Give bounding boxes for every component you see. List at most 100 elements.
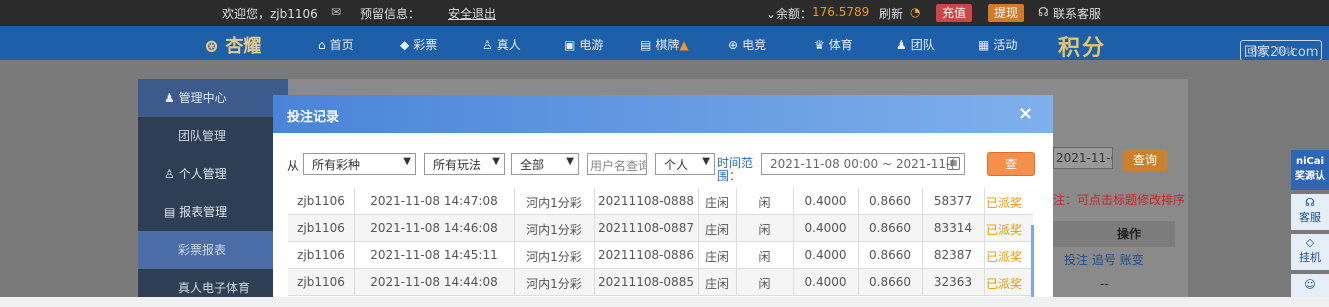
cell-content: 闲 [758, 277, 771, 291]
cell-number: 82387 [933, 248, 973, 262]
cell-time: 2021-11-08 14:47:08 [370, 194, 498, 208]
sidebar-item-label: 管理中心 [178, 91, 227, 105]
cell-lottery: 河内1分彩 [526, 196, 582, 210]
nav-item-sports[interactable]: ♛ 体育 [814, 36, 853, 53]
end-date-input[interactable]: 2021-11-( [1053, 147, 1113, 169]
cell-user: zjb1106 [297, 275, 345, 289]
modal-header: 投注记录 × [273, 95, 1053, 133]
cell-odds: 0.8660 [869, 221, 911, 235]
username-search-input[interactable]: 用户名查询 [587, 153, 647, 175]
content-query-button[interactable]: 查询 [1123, 149, 1168, 171]
refresh-link[interactable]: 刷新 [879, 5, 903, 22]
lottery-select-value: 所有彩种 [312, 158, 361, 172]
date-range-input[interactable]: 2021-11-08 00:00 ~ 2021-11-(▦ [761, 153, 965, 175]
date-range-value: 2021-11-08 00:00 ~ 2021-11-( [770, 157, 955, 171]
points-banner[interactable]: 积分 [1058, 30, 1106, 62]
cell-play: 庄闲 [704, 250, 729, 264]
person-select[interactable]: 个人 ▼ [655, 153, 715, 175]
nav-item-label: 电游 [579, 38, 604, 52]
query-button[interactable]: 查 [987, 152, 1035, 176]
nav-item-cards[interactable]: ▤ 棋牌▲ [640, 36, 689, 53]
support-widget[interactable]: ☊ 客服 [1291, 194, 1329, 230]
table-row: zjb1106 2021-11-08 14:45:11 河内1分彩 20211108-… [288, 242, 1033, 269]
user-icon: ♙ [164, 167, 175, 181]
cell-status: 已派奖 [985, 196, 1022, 210]
nav-item-live[interactable]: ♙ 真人 [482, 36, 521, 53]
recharge-button[interactable]: 充值 [936, 4, 973, 22]
op-bet-link[interactable]: 投注 [1064, 253, 1088, 267]
play-select-value: 所有玩法 [433, 158, 482, 172]
sidebar-item-team-management[interactable]: 团队管理 [138, 117, 288, 155]
hangup-widget-label: 挂机 [1299, 251, 1321, 264]
operation-header: 操作 [1053, 221, 1175, 247]
headset-icon: ☊ [1038, 5, 1049, 19]
lottery-select[interactable]: 所有彩种 ▼ [303, 153, 416, 175]
cell-play: 庄闲 [704, 277, 729, 291]
message-label: 预留信息： [360, 7, 421, 21]
cell-number: 58377 [933, 194, 973, 208]
chevron-down-icon: ▼ [566, 156, 574, 167]
sidebar-item-label: 个人管理 [178, 167, 227, 181]
support-widget-label: 客服 [1299, 211, 1321, 224]
nav-item-label: 首页 [329, 38, 354, 52]
nav-item-activity[interactable]: ▦ 活动 [978, 36, 1017, 53]
chevron-down-icon: ▼ [492, 156, 500, 167]
time-range-label[interactable]: 时间范围： [717, 157, 757, 187]
support-link[interactable]: 联系客服 [1053, 5, 1101, 22]
bet-record-modal: 投注记录 × 从 所有彩种 ▼ 所有玩法 ▼ 全部 ▼ 用户名查询 个人 ▼ 时间范围：… [273, 95, 1053, 297]
mail-icon[interactable]: ✉ [331, 5, 341, 19]
nav-item-label: 真人 [496, 38, 521, 52]
nav-item-team[interactable]: ♟ 团队 [896, 36, 935, 53]
table-scrollbar[interactable] [1031, 225, 1034, 297]
cell-odds: 0.8660 [869, 248, 911, 262]
nav-item-label: 团队 [910, 38, 935, 52]
welcome-text: 欢迎您，zjb1106 [222, 7, 318, 21]
nav-item-home[interactable]: ⌂ 首页 [318, 36, 354, 53]
more-widget[interactable]: ☺ [1291, 274, 1329, 297]
sidebar: ♟ 管理中心 团队管理 ♙ 个人管理 ▤ 报表管理 彩票报表 真人电子体育 [138, 79, 288, 297]
cell-status: 已派奖 [985, 223, 1022, 237]
source-verify-widget[interactable]: niCai 奖源认 [1291, 150, 1329, 190]
cell-content: 闲 [758, 250, 771, 264]
sidebar-item-reports[interactable]: ▤ 报表管理 [138, 193, 288, 231]
cell-amount: 0.4000 [804, 194, 847, 208]
play-select[interactable]: 所有玩法 ▼ [424, 153, 505, 175]
cell-user: zjb1106 [297, 248, 345, 262]
bet-record-table: zjb1106 2021-11-08 14:47:08 河内1分彩 20211108-… [288, 188, 1033, 297]
cell-status: 已派奖 [985, 250, 1022, 264]
nav-item-label: 电竞 [742, 38, 767, 52]
hangup-widget[interactable]: ◇ 挂机 [1291, 234, 1329, 270]
op-account-link[interactable]: 账变 [1120, 253, 1144, 267]
cell-odds: 0.8660 [869, 194, 911, 208]
smile-icon: ☺ [1304, 278, 1316, 291]
hide-balance-icon[interactable]: ◔ [910, 5, 920, 19]
logo[interactable]: ⊛ 杏耀 [204, 32, 261, 58]
users-icon: ♟ [164, 91, 175, 105]
empty-cell: -- [1100, 277, 1109, 291]
nav-item-label: 体育 [828, 38, 853, 52]
watermark: 回家20.com [1240, 40, 1323, 61]
balance-label[interactable]: ⌄余额： [766, 5, 812, 22]
nav-item-slots[interactable]: ▣ 电游 [564, 36, 603, 53]
person-icon: ♙ [482, 38, 493, 52]
nav-item-lottery[interactable]: ◆ 彩票 [400, 36, 437, 53]
op-chase-link[interactable]: 追号 [1092, 253, 1116, 267]
withdraw-button[interactable]: 提现 [988, 4, 1025, 22]
table-row: zjb1106 2021-11-08 14:46:08 河内1分彩 20211108-… [288, 215, 1033, 242]
cell-time: 2021-11-08 14:45:11 [370, 248, 498, 262]
trophy-icon: ♛ [814, 38, 825, 52]
sidebar-item-live-sports[interactable]: 真人电子体育 [138, 269, 288, 307]
sidebar-item-lottery-report[interactable]: 彩票报表 [138, 231, 288, 269]
filter-bar: 从 所有彩种 ▼ 所有玩法 ▼ 全部 ▼ 用户名查询 个人 ▼ 时间范围： 2021-1… [273, 151, 1053, 183]
sidebar-item-management-center[interactable]: ♟ 管理中心 [138, 79, 288, 117]
cell-amount: 0.4000 [804, 221, 847, 235]
scope-select[interactable]: 全部 ▼ [511, 153, 579, 175]
nav-item-esports[interactable]: ⊕ 电竞 [728, 36, 766, 53]
sidebar-item-personal[interactable]: ♙ 个人管理 [138, 155, 288, 193]
nav-item-label: 棋牌 [655, 38, 680, 52]
diamond-icon: ◆ [400, 38, 410, 52]
cell-issue: 20211108-0885 [598, 275, 694, 289]
logo-icon: ⊛ [204, 36, 220, 57]
logout-link[interactable]: 安全退出 [448, 5, 496, 22]
close-icon[interactable]: × [1018, 103, 1033, 124]
